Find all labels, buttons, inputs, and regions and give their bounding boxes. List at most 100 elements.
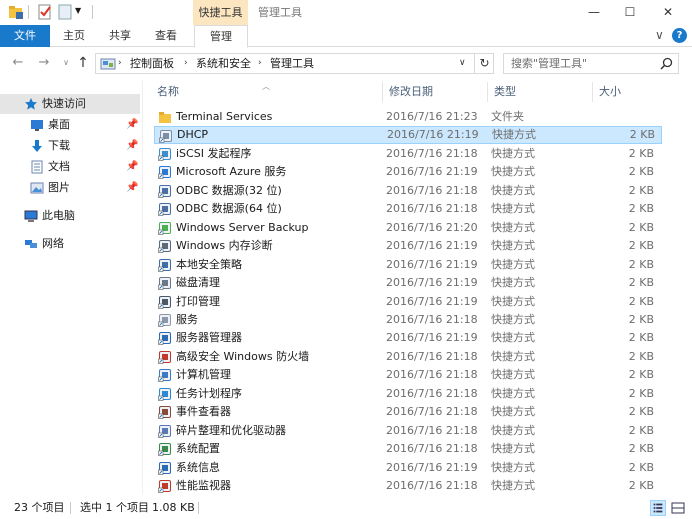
- folder-properties-icon[interactable]: [8, 4, 24, 20]
- navigation-pane: 快速访问 桌面 📌 下载 📌 文档 📌 图片 📌 此电脑 网络: [0, 86, 142, 494]
- sidebar-item-label: 下载: [48, 139, 70, 152]
- file-date: 2016/7/16 21:18: [386, 368, 478, 382]
- column-header-date[interactable]: 修改日期: [382, 80, 487, 104]
- pin-icon[interactable]: 📌: [126, 157, 138, 177]
- file-type: 快捷方式: [491, 202, 535, 216]
- breadcrumb-separator[interactable]: ›: [184, 54, 188, 73]
- file-row[interactable]: 打印管理 2016/7/16 21:19 快捷方式 2 KB: [154, 293, 662, 311]
- file-row[interactable]: 事件查看器 2016/7/16 21:18 快捷方式 2 KB: [154, 403, 662, 421]
- server-manager-icon: [158, 332, 171, 346]
- event-viewer-icon: [158, 406, 171, 419]
- file-date: 2016/7/16 21:18: [386, 405, 478, 419]
- customize-quick-access-icon[interactable]: ▼: [75, 6, 91, 22]
- file-row[interactable]: 服务器管理器 2016/7/16 21:19 快捷方式 2 KB: [154, 329, 662, 347]
- tab-view[interactable]: 查看: [148, 25, 184, 47]
- pin-icon[interactable]: 📌: [126, 115, 138, 135]
- up-arrow-icon[interactable]: ↑: [75, 55, 91, 71]
- file-row[interactable]: Windows 内存诊断 2016/7/16 21:19 快捷方式 2 KB: [154, 237, 662, 255]
- tab-home[interactable]: 主页: [56, 25, 92, 47]
- tab-file[interactable]: 文件: [0, 25, 50, 47]
- file-name: 系统信息: [176, 460, 220, 474]
- status-bar: 23 个项目 选中 1 个项目 1.08 KB: [0, 497, 692, 519]
- close-button[interactable]: ✕: [650, 0, 686, 25]
- file-size: 2 KB: [628, 183, 654, 197]
- expand-ribbon-icon[interactable]: ∨: [655, 28, 664, 42]
- file-row[interactable]: 系统配置 2016/7/16 21:18 快捷方式 2 KB: [154, 440, 662, 458]
- file-row[interactable]: 计算机管理 2016/7/16 21:18 快捷方式 2 KB: [154, 366, 662, 384]
- breadcrumb-separator[interactable]: ›: [258, 54, 262, 73]
- file-date: 2016/7/16 21:20: [386, 220, 478, 234]
- sidebar-item-quick-access[interactable]: 快速访问: [0, 94, 140, 114]
- file-name: Windows 内存诊断: [176, 239, 273, 253]
- file-size: 2 KB: [628, 294, 654, 308]
- file-row[interactable]: Terminal Services 2016/7/16 21:23 文件夹: [154, 108, 662, 126]
- refresh-icon[interactable]: ↻: [474, 54, 494, 73]
- selection-size: 1.08 KB: [152, 501, 195, 514]
- search-icon[interactable]: [660, 57, 673, 70]
- file-type: 文件夹: [491, 110, 524, 123]
- column-header-size[interactable]: 大小: [592, 80, 662, 104]
- file-row[interactable]: iSCSI 发起程序 2016/7/16 21:18 快捷方式 2 KB: [154, 145, 662, 163]
- services-icon: [158, 313, 171, 327]
- file-row[interactable]: 任务计划程序 2016/7/16 21:18 快捷方式 2 KB: [154, 385, 662, 403]
- back-arrow-icon[interactable]: ←: [10, 55, 26, 71]
- tab-share[interactable]: 共享: [102, 25, 138, 47]
- file-row[interactable]: ODBC 数据源(32 位) 2016/7/16 21:18 快捷方式 2 KB: [154, 182, 662, 200]
- file-row[interactable]: Windows Server Backup 2016/7/16 21:20 快捷方式…: [154, 219, 662, 237]
- file-row[interactable]: 碎片整理和优化驱动器 2016/7/16 21:18 快捷方式 2 KB: [154, 422, 662, 440]
- column-header-name[interactable]: 名称 ︿: [150, 80, 382, 104]
- file-size: 2 KB: [629, 128, 655, 142]
- context-tab-shortcut-tools[interactable]: 快捷工具: [193, 0, 248, 25]
- sidebar-item-desktop[interactable]: 桌面 📌: [0, 115, 140, 135]
- sidebar-item-documents[interactable]: 文档 📌: [0, 157, 140, 177]
- status-divider: [70, 502, 71, 514]
- pin-icon[interactable]: 📌: [126, 178, 138, 198]
- new-folder-icon[interactable]: [57, 4, 73, 20]
- pane-divider[interactable]: [142, 80, 143, 494]
- file-row[interactable]: ODBC 数据源(64 位) 2016/7/16 21:18 快捷方式 2 KB: [154, 200, 662, 218]
- column-header-label: 名称: [157, 85, 179, 98]
- file-date: 2016/7/16 21:18: [386, 146, 478, 160]
- breadcrumb-separator[interactable]: ›: [118, 54, 122, 73]
- sidebar-item-this-pc[interactable]: 此电脑: [0, 206, 140, 226]
- file-row[interactable]: 磁盘清理 2016/7/16 21:19 快捷方式 2 KB: [154, 274, 662, 292]
- large-icons-view-icon[interactable]: [670, 500, 686, 516]
- performance-icon: [158, 480, 171, 493]
- backup-icon: [158, 221, 171, 235]
- file-size: 2 KB: [628, 460, 654, 474]
- sidebar-item-pictures[interactable]: 图片 📌: [0, 178, 140, 198]
- column-header-type[interactable]: 类型: [487, 80, 592, 104]
- file-row[interactable]: 性能监视器 2016/7/16 21:18 快捷方式 2 KB: [154, 477, 662, 495]
- vertical-scrollbar[interactable]: [675, 80, 692, 494]
- tab-manage[interactable]: 管理: [194, 25, 248, 48]
- file-type: 快捷方式: [491, 257, 535, 271]
- breadcrumb-system-security[interactable]: 系统和安全: [196, 54, 251, 73]
- file-row[interactable]: Microsoft Azure 服务 2016/7/16 21:19 快捷方式 2 K…: [154, 163, 662, 181]
- file-row[interactable]: 高级安全 Windows 防火墙 2016/7/16 21:18 快捷方式 2 KB: [154, 348, 662, 366]
- window-title: 管理工具: [258, 6, 302, 19]
- recent-locations-icon[interactable]: ∨: [58, 55, 74, 71]
- sidebar-item-network[interactable]: 网络: [0, 234, 140, 254]
- forward-arrow-icon[interactable]: →: [36, 55, 52, 71]
- minimize-button[interactable]: —: [576, 0, 612, 25]
- help-icon[interactable]: ?: [672, 28, 687, 43]
- file-name: 计算机管理: [176, 368, 231, 382]
- maximize-button[interactable]: ☐: [612, 0, 648, 25]
- search-input[interactable]: 搜索"管理工具": [503, 53, 679, 74]
- breadcrumb-admin-tools[interactable]: 管理工具: [270, 54, 314, 73]
- details-view-icon[interactable]: [650, 500, 666, 516]
- address-bar[interactable]: › 控制面板 › 系统和安全 › 管理工具 ∨ ↻: [95, 53, 494, 74]
- breadcrumb-control-panel[interactable]: 控制面板: [130, 54, 174, 73]
- file-row[interactable]: 服务 2016/7/16 21:18 快捷方式 2 KB: [154, 311, 662, 329]
- file-row[interactable]: 系统信息 2016/7/16 21:19 快捷方式 2 KB: [154, 459, 662, 477]
- file-date: 2016/7/16 21:19: [386, 331, 478, 345]
- file-row[interactable]: 本地安全策略 2016/7/16 21:19 快捷方式 2 KB: [154, 256, 662, 274]
- file-row[interactable]: DHCP 2016/7/16 21:19 快捷方式 2 KB: [154, 126, 662, 145]
- file-name: Windows Server Backup: [176, 220, 309, 234]
- properties-icon[interactable]: [37, 4, 53, 20]
- sidebar-item-downloads[interactable]: 下载 📌: [0, 136, 140, 156]
- address-dropdown-icon[interactable]: ∨: [459, 54, 466, 73]
- odbc-icon: [158, 184, 171, 198]
- pin-icon[interactable]: 📌: [126, 136, 138, 156]
- star-icon: [25, 98, 37, 110]
